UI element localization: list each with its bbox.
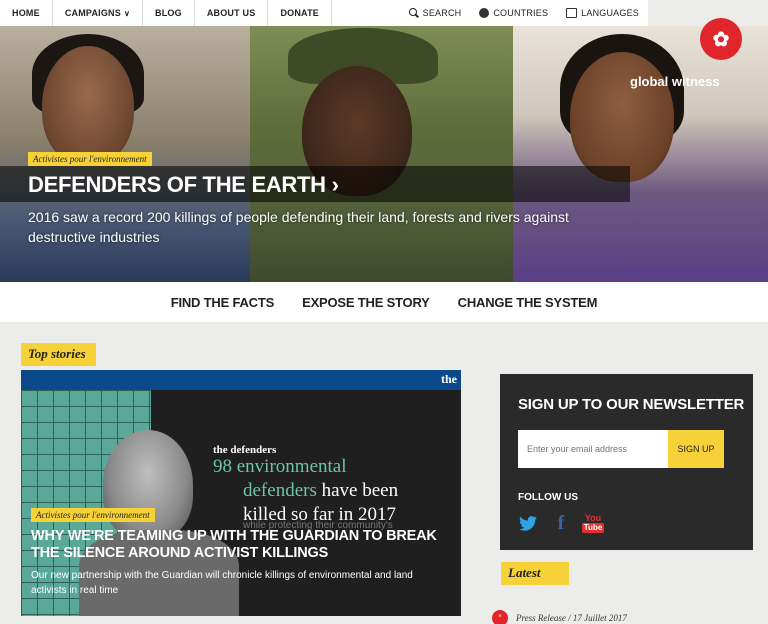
latest-item-meta[interactable]: Press Release / 17 Juillet 2017: [516, 613, 627, 623]
nav-utilities: SEARCH COUNTRIES LANGUAGES: [400, 0, 648, 26]
chevron-down-icon: ∨: [123, 8, 131, 18]
story-category-tag[interactable]: Activistes pour l'environnement: [31, 508, 155, 522]
language-icon: [566, 8, 578, 18]
hero-banner[interactable]: Activistes pour l'environnement DEFENDER…: [0, 26, 768, 282]
featured-story-card[interactable]: the the defenders 98 environmental defen…: [21, 370, 461, 616]
subnav-expose-the-story[interactable]: EXPOSE THE STORY: [302, 295, 430, 310]
search-icon: [408, 8, 419, 18]
quote-icon: “: [492, 610, 508, 624]
latest-label: Latest: [501, 562, 569, 585]
chevron-right-icon: ›: [331, 172, 339, 197]
graphic-heading: the defenders: [213, 444, 277, 456]
twitter-icon[interactable]: [518, 512, 538, 534]
top-stories-label: Top stories: [21, 343, 96, 366]
story-title[interactable]: WHY WE'RE TEAMING UP WITH THE GUARDIAN T…: [31, 528, 451, 562]
story-image-masthead: the: [441, 372, 457, 386]
nav-about-us[interactable]: ABOUT US: [195, 0, 269, 26]
nav-campaigns-label: CAMPAIGNS: [64, 8, 121, 18]
story-image-person: [103, 430, 193, 540]
subnav-find-the-facts[interactable]: FIND THE FACTS: [171, 295, 275, 310]
languages-link[interactable]: LANGUAGES: [557, 0, 648, 26]
global-witness-logo[interactable]: ✿: [700, 18, 742, 60]
story-image-banner: [21, 370, 461, 390]
nav-blog[interactable]: BLOG: [143, 0, 195, 26]
newsletter-signup-button[interactable]: SIGN UP: [668, 430, 724, 468]
nav-donate[interactable]: DONATE: [268, 0, 332, 26]
languages-label: LANGUAGES: [581, 8, 639, 18]
nav-campaigns[interactable]: CAMPAIGNS ∨: [53, 0, 144, 26]
graphic-line-2a: defenders: [243, 480, 322, 501]
section-navigation: FIND THE FACTS EXPOSE THE STORY CHANGE T…: [0, 282, 768, 322]
story-summary: Our new partnership with the Guardian wi…: [31, 570, 413, 596]
graphic-line-2b: have been: [321, 480, 399, 501]
subnav-change-the-system[interactable]: CHANGE THE SYSTEM: [458, 295, 598, 310]
nav-home[interactable]: HOME: [0, 0, 53, 26]
newsletter-title: SIGN UP TO OUR NEWSLETTER: [518, 396, 745, 413]
follow-us-label: FOLLOW US: [518, 492, 578, 503]
hero-title-text: DEFENDERS OF THE EARTH: [28, 172, 326, 197]
top-navigation: HOME CAMPAIGNS ∨ BLOG ABOUT US DONATE SE…: [0, 0, 648, 26]
graphic-line-2: defenders have been: [243, 480, 398, 502]
countries-label: COUNTRIES: [493, 8, 549, 18]
hero-subtitle: 2016 saw a record 200 killings of people…: [28, 209, 569, 245]
hero-photo-detail: [570, 52, 674, 182]
hero-title[interactable]: DEFENDERS OF THE EARTH ›: [28, 172, 339, 198]
hero-photo-detail: [42, 46, 134, 166]
twitter-bird-shape: [519, 515, 537, 531]
youtube-icon[interactable]: You Tube: [581, 512, 605, 534]
graphic-line-1: 98 environmental: [213, 456, 347, 477]
brand-name[interactable]: global witness: [630, 74, 720, 89]
newsletter-email-input[interactable]: [518, 430, 668, 468]
globe-icon: [479, 8, 490, 18]
hero-category-tag[interactable]: Activistes pour l'environnement: [28, 152, 152, 166]
youtube-icon-top: You: [584, 513, 602, 523]
youtube-icon-bottom: Tube: [581, 523, 605, 533]
countries-link[interactable]: COUNTRIES: [470, 0, 557, 26]
facebook-icon[interactable]: f: [554, 512, 568, 534]
search-label: SEARCH: [422, 8, 462, 18]
newsletter-panel: SIGN UP TO OUR NEWSLETTER SIGN UP FOLLOW…: [500, 374, 753, 550]
search-link[interactable]: SEARCH: [400, 0, 471, 26]
